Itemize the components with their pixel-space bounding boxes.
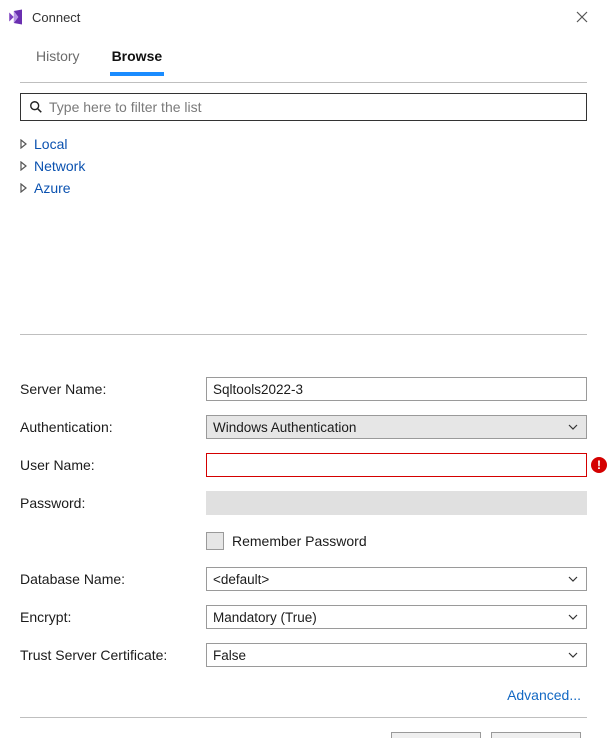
tree-item-azure[interactable]: Azure (20, 177, 587, 199)
label-user-name: User Name: (20, 457, 206, 473)
remember-password-checkbox[interactable] (206, 532, 224, 550)
label-server-name: Server Name: (20, 381, 206, 397)
tree-item-local[interactable]: Local (20, 133, 587, 155)
tabstrip: History Browse (0, 34, 607, 76)
label-database-name: Database Name: (20, 571, 206, 587)
password-input (206, 491, 587, 515)
remember-password-label: Remember Password (232, 533, 367, 549)
label-trust-cert: Trust Server Certificate: (20, 647, 206, 663)
encrypt-value: Mandatory (True) (213, 610, 317, 625)
remember-password-row: Remember Password (20, 529, 587, 553)
label-encrypt: Encrypt: (20, 609, 206, 625)
label-authentication: Authentication: (20, 419, 206, 435)
advanced-link[interactable]: Advanced... (507, 687, 581, 703)
close-button[interactable] (565, 0, 599, 34)
search-icon (27, 100, 45, 114)
trust-cert-value: False (213, 648, 246, 663)
chevron-down-icon (568, 614, 578, 620)
server-tree: Local Network Azure (0, 131, 607, 199)
browse-panel: History Browse Local (0, 34, 607, 334)
authentication-value: Windows Authentication (213, 420, 356, 435)
filter-input[interactable] (45, 97, 580, 117)
tree-item-network[interactable]: Network (20, 155, 587, 177)
user-name-input[interactable] (206, 453, 587, 477)
database-name-dropdown[interactable]: <default> (206, 567, 587, 591)
cancel-button[interactable]: Cancel (491, 732, 581, 738)
connect-button[interactable]: Connect (391, 732, 481, 738)
label-password: Password: (20, 495, 206, 511)
separator (20, 717, 587, 718)
tree-label: Local (34, 136, 67, 152)
dialog-footer: Connect Cancel (0, 730, 607, 738)
tree-label: Azure (34, 180, 71, 196)
tree-label: Network (34, 158, 85, 174)
tab-history[interactable]: History (34, 44, 82, 76)
titlebar: Connect (0, 0, 607, 34)
window-title: Connect (32, 10, 80, 25)
separator (20, 82, 587, 83)
visual-studio-icon (6, 7, 26, 27)
chevron-right-icon (20, 183, 30, 193)
chevron-right-icon (20, 139, 30, 149)
filter-box (20, 93, 587, 121)
encrypt-dropdown[interactable]: Mandatory (True) (206, 605, 587, 629)
chevron-down-icon (568, 652, 578, 658)
connection-form: Server Name: Authentication: Windows Aut… (0, 335, 607, 685)
database-name-value: <default> (213, 572, 269, 587)
server-name-input[interactable] (206, 377, 587, 401)
error-icon: ! (591, 457, 607, 473)
connect-dialog: Connect History Browse (0, 0, 607, 738)
chevron-down-icon (568, 576, 578, 582)
authentication-dropdown[interactable]: Windows Authentication (206, 415, 587, 439)
trust-cert-dropdown[interactable]: False (206, 643, 587, 667)
chevron-right-icon (20, 161, 30, 171)
chevron-down-icon (568, 424, 578, 430)
tab-browse[interactable]: Browse (110, 44, 165, 76)
